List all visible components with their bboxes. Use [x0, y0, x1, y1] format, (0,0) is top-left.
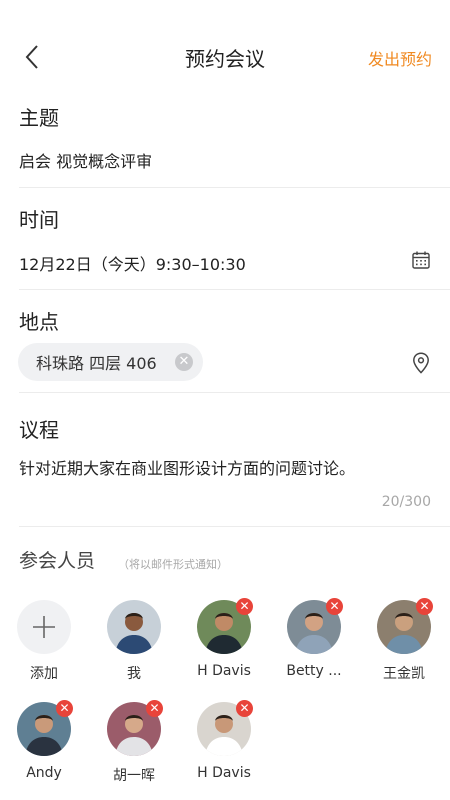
attendee-item[interactable]: ✕ Betty ...	[279, 598, 349, 679]
attendee-name: Betty ...	[286, 663, 342, 679]
divider	[19, 526, 450, 527]
calendar-icon[interactable]	[412, 251, 430, 269]
topic-label: 主题	[19, 106, 59, 130]
remove-attendee-icon[interactable]: ✕	[56, 700, 73, 717]
attendee-name: 我	[127, 666, 141, 682]
add-attendee-button[interactable]	[17, 600, 71, 654]
attendee-item[interactable]: ✕ Andy	[9, 700, 79, 781]
attendee-item[interactable]: ✕ 王金凯	[369, 598, 439, 683]
agenda-field[interactable]: 针对近期大家在商业图形设计方面的问题讨论。	[19, 455, 355, 479]
char-counter: 20/300	[381, 494, 431, 510]
attendees-hint: （将以邮件形式通知）	[118, 558, 228, 571]
remove-attendee-icon[interactable]: ✕	[236, 598, 253, 615]
remove-attendee-icon[interactable]: ✕	[326, 598, 343, 615]
attendee-item[interactable]: ✕ H Davis	[189, 700, 259, 781]
divider	[19, 392, 450, 393]
attendees-label: 参会人员	[19, 550, 96, 572]
attendee-name: H Davis	[197, 663, 251, 679]
attendee-item[interactable]: ✕ 胡一晖	[99, 700, 169, 785]
remove-attendee-icon[interactable]: ✕	[416, 598, 433, 615]
header: 预约会议 发出预约	[0, 0, 450, 112]
location-label: 地点	[19, 310, 59, 334]
add-attendee[interactable]: 添加	[9, 600, 79, 683]
avatar[interactable]: ✕	[17, 700, 73, 756]
chip-remove-icon[interactable]: ✕	[175, 353, 193, 371]
attendee-name: H Davis	[197, 765, 251, 781]
avatar[interactable]: ✕	[377, 598, 433, 654]
attendee-name: 王金凯	[383, 666, 425, 682]
location-chip-text: 科珠路 四层 406	[36, 354, 157, 373]
remove-attendee-icon[interactable]: ✕	[236, 700, 253, 717]
attendee-item[interactable]: 我	[99, 600, 169, 683]
add-label: 添加	[30, 666, 58, 682]
avatar[interactable]: ✕	[287, 598, 343, 654]
avatar[interactable]: ✕	[197, 598, 253, 654]
remove-attendee-icon[interactable]: ✕	[146, 700, 163, 717]
location-chip[interactable]: 科珠路 四层 406 ✕	[18, 343, 203, 381]
send-invite-button[interactable]: 发出预约	[368, 46, 432, 70]
agenda-label: 议程	[19, 418, 59, 442]
time-label: 时间	[19, 208, 59, 232]
attendee-item[interactable]: ✕ H Davis	[189, 598, 259, 679]
avatar[interactable]: ✕	[197, 700, 253, 756]
divider	[19, 289, 450, 290]
attendee-name: 胡一晖	[113, 768, 155, 784]
plus-icon	[33, 616, 55, 638]
divider	[19, 187, 450, 188]
time-field[interactable]: 12月22日（今天）9:30–10:30	[19, 251, 246, 275]
topic-field[interactable]: 启会 视觉概念评审	[19, 148, 152, 172]
location-pin-icon[interactable]	[412, 352, 430, 374]
avatar[interactable]	[107, 600, 161, 654]
avatar[interactable]: ✕	[107, 700, 163, 756]
attendee-name: Andy	[26, 765, 62, 781]
avatar-photo	[107, 600, 161, 654]
